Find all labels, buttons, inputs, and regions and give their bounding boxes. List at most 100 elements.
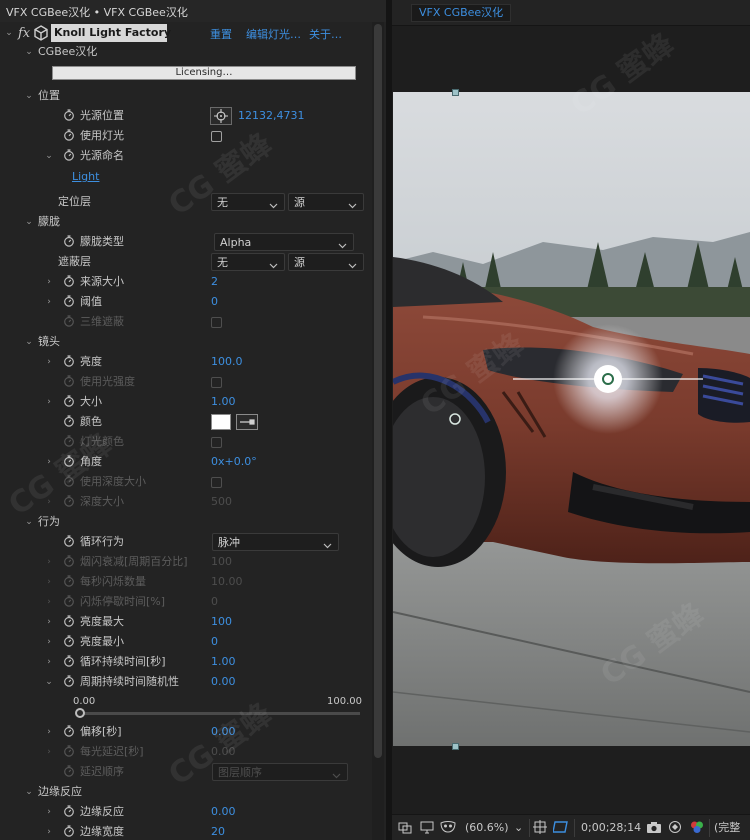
chevron-down-icon[interactable]: ⌄	[24, 45, 34, 59]
offset-value[interactable]: 0.00	[211, 725, 236, 739]
position-value[interactable]: 12132,4731	[238, 109, 304, 123]
stopwatch-icon[interactable]	[63, 415, 75, 427]
delay-order-dropdown: 图层顺序	[212, 763, 348, 781]
chevron-right-icon[interactable]: ›	[44, 295, 54, 309]
section-position[interactable]: ⌄ 位置	[0, 86, 372, 106]
chevron-right-icon[interactable]: ›	[44, 275, 54, 289]
stopwatch-icon[interactable]	[63, 109, 75, 121]
chevron-down-icon[interactable]: ⌄	[24, 89, 34, 103]
chevron-right-icon[interactable]: ›	[44, 635, 54, 649]
show-snapshot-icon[interactable]	[668, 820, 682, 836]
stopwatch-icon[interactable]	[63, 725, 75, 737]
stopwatch-icon[interactable]	[63, 535, 75, 547]
cycle-randomness-slider[interactable]	[80, 712, 360, 715]
mask-icon[interactable]	[440, 820, 456, 836]
chevron-down-icon[interactable]: ⌄	[24, 335, 34, 349]
chevron-down-icon[interactable]: ⌄	[24, 515, 34, 529]
resolution-dropdown[interactable]: (完整	[714, 820, 740, 836]
chevron-right-icon[interactable]: ›	[44, 725, 54, 739]
property-label: 遮蔽层	[58, 255, 91, 268]
loop-behavior-dropdown[interactable]: 脉冲	[212, 533, 339, 551]
crosshair-target-icon[interactable]	[210, 107, 232, 125]
edge-width-value[interactable]: 20	[211, 825, 225, 839]
layer-icon[interactable]	[398, 820, 412, 836]
composition-tab[interactable]: VFX CGBee汉化	[411, 4, 512, 22]
chevron-down-icon[interactable]: ⌄	[44, 675, 54, 689]
group-cgbee-row[interactable]: ⌄ CGBee汉化	[0, 42, 372, 62]
angle-value[interactable]: 0x+0.0°	[211, 455, 257, 469]
composition-canvas[interactable]	[393, 92, 750, 746]
brightness-min-value[interactable]: 0	[211, 635, 218, 649]
source-size-value[interactable]: 2	[211, 275, 218, 289]
dropdown-value: Alpha	[220, 236, 252, 249]
occlusion-type-dropdown[interactable]: Alpha	[214, 233, 354, 251]
chevron-down-icon[interactable]: ⌄	[24, 785, 34, 799]
stopwatch-icon[interactable]	[63, 615, 75, 627]
frame-handle[interactable]	[452, 89, 459, 96]
row-angle: › 角度 0x+0.0°	[0, 452, 372, 472]
licensing-button[interactable]: Licensing…	[52, 66, 356, 80]
chevron-right-icon[interactable]: ›	[44, 455, 54, 469]
light-name-field[interactable]: Light	[72, 170, 99, 183]
chevron-right-icon[interactable]: ›	[44, 615, 54, 629]
region-of-interest-icon[interactable]	[553, 820, 569, 836]
camera-icon[interactable]	[646, 820, 662, 836]
use-depth-size-checkbox	[211, 477, 222, 488]
stopwatch-icon[interactable]	[63, 149, 75, 161]
locator-layer-dropdown[interactable]: 无	[211, 193, 285, 211]
stopwatch-icon[interactable]	[63, 235, 75, 247]
stopwatch-icon[interactable]	[63, 675, 75, 687]
section-behavior[interactable]: ⌄ 行为	[0, 512, 372, 532]
matte-source-dropdown[interactable]: 源	[288, 253, 364, 271]
monitor-icon[interactable]	[420, 820, 434, 836]
effect-name-label[interactable]: Knoll Light Factory	[51, 24, 171, 42]
use-lights-checkbox[interactable]	[211, 131, 222, 142]
stopwatch-icon[interactable]	[63, 655, 75, 667]
matte-layer-dropdown[interactable]: 无	[211, 253, 285, 271]
grid-guide-icon[interactable]	[533, 820, 547, 836]
section-lens[interactable]: ⌄ 镜头	[0, 332, 372, 352]
color-channels-icon[interactable]	[689, 820, 705, 836]
zoom-level[interactable]: (60.6%)	[465, 820, 509, 836]
section-edge[interactable]: ⌄ 边缘反应	[0, 782, 372, 802]
stopwatch-icon[interactable]	[63, 275, 75, 287]
stopwatch-icon[interactable]	[63, 635, 75, 647]
eyedropper-icon[interactable]	[236, 414, 258, 430]
edit-light-link[interactable]: 编辑灯光…	[246, 26, 301, 42]
reset-link[interactable]: 重置	[210, 26, 232, 42]
property-label: 边缘宽度	[80, 825, 124, 838]
color-swatch[interactable]	[211, 414, 231, 430]
slider-handle[interactable]	[75, 708, 85, 718]
stopwatch-icon[interactable]	[63, 355, 75, 367]
chevron-right-icon[interactable]: ›	[44, 805, 54, 819]
chevron-right-icon[interactable]: ›	[44, 825, 54, 839]
section-occlusion[interactable]: ⌄ 朦胧	[0, 212, 372, 232]
stopwatch-icon[interactable]	[63, 395, 75, 407]
brightness-max-value[interactable]: 100	[211, 615, 232, 629]
stopwatch-icon[interactable]	[63, 825, 75, 837]
threshold-value[interactable]: 0	[211, 295, 218, 309]
brightness-value[interactable]: 100.0	[211, 355, 243, 369]
chevron-down-icon[interactable]: ⌄	[514, 820, 523, 836]
stopwatch-icon[interactable]	[63, 129, 75, 141]
chevron-down-icon[interactable]: ⌄	[24, 215, 34, 229]
row-color: 颜色	[0, 412, 372, 432]
scrollbar-thumb[interactable]	[374, 24, 382, 758]
stopwatch-icon[interactable]	[63, 805, 75, 817]
chevron-right-icon[interactable]: ›	[44, 355, 54, 369]
about-link[interactable]: 关于…	[309, 26, 342, 42]
chevron-right-icon[interactable]: ›	[44, 655, 54, 669]
frame-handle[interactable]	[452, 743, 459, 750]
cycle-randomness-value[interactable]: 0.00	[211, 675, 236, 689]
fx-icon[interactable]: fx	[18, 26, 30, 41]
timecode[interactable]: 0;00;28;14	[581, 820, 641, 836]
stopwatch-icon[interactable]	[63, 295, 75, 307]
loop-duration-value[interactable]: 1.00	[211, 655, 236, 669]
edge-reaction-value[interactable]: 0.00	[211, 805, 236, 819]
chevron-right-icon[interactable]: ›	[44, 395, 54, 409]
stopwatch-icon[interactable]	[63, 455, 75, 467]
scale-value[interactable]: 1.00	[211, 395, 236, 409]
collapse-effect-chevron-icon[interactable]: ⌄	[4, 26, 14, 40]
chevron-down-icon[interactable]: ⌄	[44, 149, 54, 163]
locator-source-dropdown[interactable]: 源	[288, 193, 364, 211]
